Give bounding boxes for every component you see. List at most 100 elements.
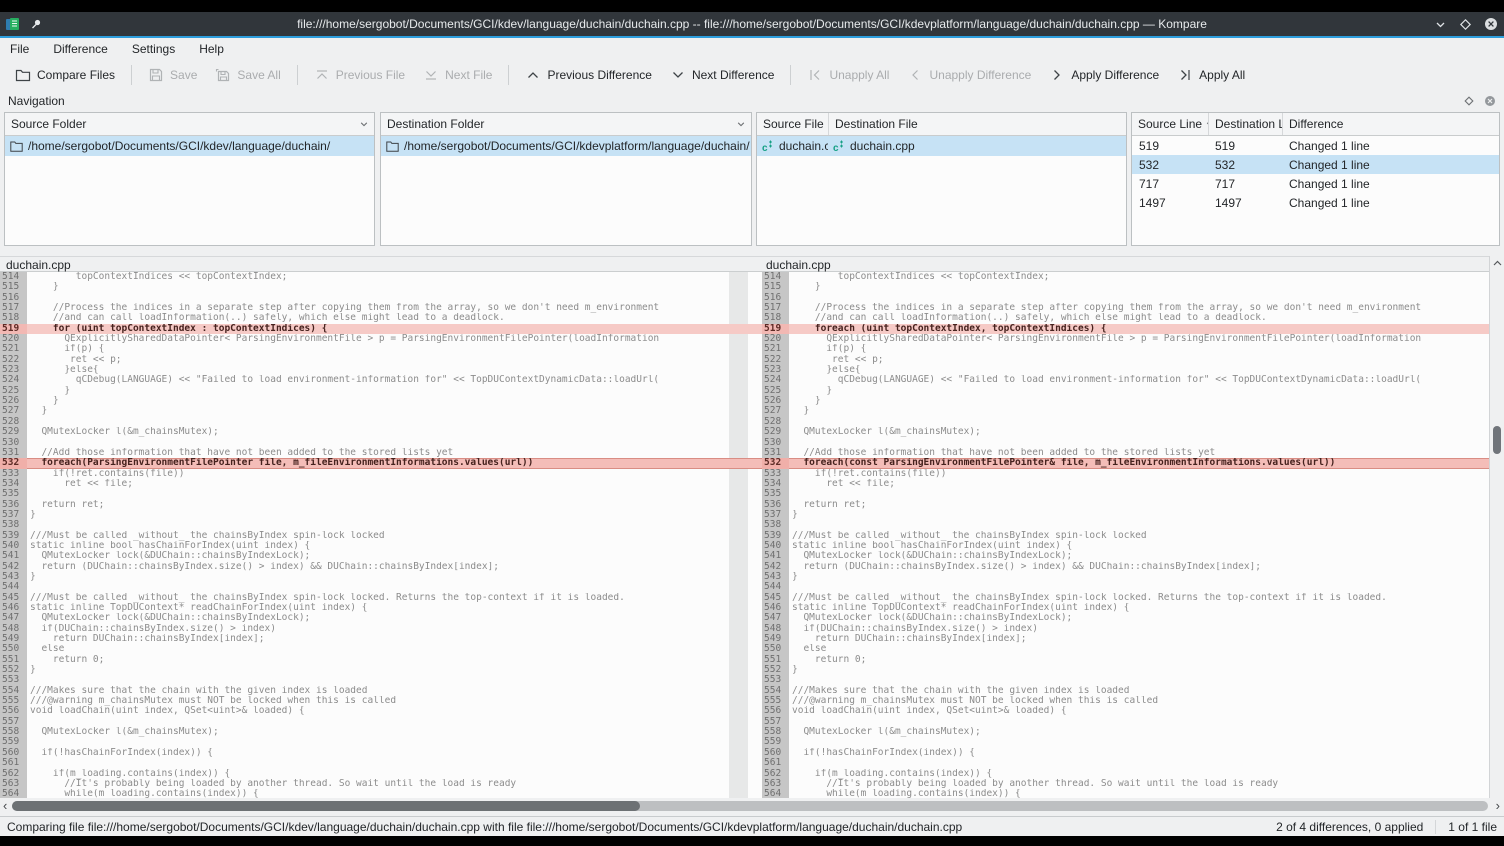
line-number: 547 [0,613,27,623]
save-all-button[interactable]: Save All [206,63,289,87]
next-file-button[interactable]: Next File [414,63,501,87]
code-text: //Process the indices in a separate step… [27,303,726,313]
code-line-519[interactable]: 519 foreach (uint topContextIndex, topCo… [762,324,1489,334]
code-line-543: 543} [762,572,1489,582]
cpp-file-icon: c [762,140,774,153]
line-number: 527 [762,406,789,416]
line-number: 542 [0,562,27,572]
unapply-difference-button[interactable]: Unapply Difference [898,63,1040,87]
code-text: ///Must be called _without_ the chainsBy… [789,593,1489,603]
line-number: 550 [0,644,27,654]
compare-files-button[interactable]: Compare Files [6,63,124,87]
difference-source-line: 1497 [1132,196,1208,210]
source-folder-header[interactable]: Source Folder [5,113,374,135]
line-number: 554 [0,686,27,696]
apply-difference-button[interactable]: Apply Difference [1040,63,1168,87]
difference-row[interactable]: 519519Changed 1 line [1132,136,1499,155]
destination-file-header[interactable]: Destination File [828,113,1126,135]
navigation-dock-titlebar: Navigation [0,90,1504,112]
source-line-header[interactable]: Source Line [1132,113,1208,135]
difference-row[interactable]: 532532Changed 1 line [1132,155,1499,174]
code-line-530: 530 [0,438,726,448]
code-line-540: 540static inline bool hasChainForIndex(u… [0,541,726,551]
code-line-527: 527 } [762,406,1489,416]
unapply-all-button[interactable]: Unapply All [798,63,898,87]
previous-difference-button[interactable]: Previous Difference [516,63,661,87]
code-text: if(DUChain::chainsByIndex.size() > index… [27,624,726,634]
destination-folder-header[interactable]: Destination Folder [381,113,751,135]
line-number: 515 [0,282,27,292]
line-number: 539 [762,531,789,541]
code-text [789,758,1489,768]
next-difference-button[interactable]: Next Difference [661,63,783,87]
horizontal-scrollbar[interactable]: ‹ › [0,798,1504,814]
source-file-header[interactable]: Source File [757,113,828,135]
maximize-button[interactable] [1459,18,1472,31]
code-line-532[interactable]: 532 foreach(const ParsingEnvironmentFile… [762,458,1489,468]
scroll-up-arrow-icon[interactable] [1490,259,1504,267]
scroll-right-arrow-icon[interactable]: › [1496,798,1500,814]
code-line-562: 562 if(m_loading.contains(index)) { [0,769,726,779]
horizontal-scrollbar-thumb[interactable] [12,801,640,811]
line-number: 559 [0,737,27,747]
code-text: } [789,510,1489,520]
files-panel: Source File Destination File c duchain.c… [756,112,1127,246]
code-line-542: 542 return (DUChain::chainsByIndex.size(… [762,562,1489,572]
difference-row[interactable]: 14971497Changed 1 line [1132,193,1499,212]
diff-view-area: duchain.cpp duchain.cpp 514 topContextIn… [0,250,1504,816]
svg-text:c: c [762,143,768,153]
code-text [789,675,1489,685]
code-line-563: 563 //It's probably being loaded by anot… [0,779,726,789]
code-line-529: 529 QMutexLocker l(&m_chainsMutex); [0,427,726,437]
line-number: 529 [0,427,27,437]
vertical-scrollbar[interactable] [1489,256,1504,798]
difference-row[interactable]: 717717Changed 1 line [1132,174,1499,193]
code-line-514: 514 topContextIndices << topContextIndex… [762,272,1489,282]
float-dock-icon[interactable] [1464,96,1474,106]
chevron-left-icon [907,67,923,83]
destination-line-header[interactable]: Destination Lin [1208,113,1282,135]
code-text: topContextIndices << topContextIndex; [789,272,1489,282]
menu-settings[interactable]: Settings [132,42,175,56]
file-row[interactable]: c duchain.c... c duchain.cpp [757,136,1126,156]
previous-file-button[interactable]: Previous File [305,63,414,87]
close-button[interactable] [1484,17,1498,31]
code-line-549: 549 return DUChain::chainsByIndex[index]… [762,634,1489,644]
vertical-scrollbar-thumb[interactable] [1493,426,1501,454]
apply-all-button[interactable]: Apply All [1168,63,1254,87]
code-line-547: 547 QMutexLocker lock(&DUChain::chainsBy… [0,613,726,623]
code-text: //and can call loadInformation(..) safel… [789,313,1489,323]
menu-difference[interactable]: Difference [53,42,107,56]
differences-panel: Source Line Destination Lin Difference 5… [1131,112,1500,246]
code-text: } [789,665,1489,675]
navigation-dock: Navigation Source Folder [0,90,1504,250]
code-line-519[interactable]: 519 for (uint topContextIndex : topConte… [0,324,726,334]
code-text [27,489,726,499]
code-line-558: 558 QMutexLocker l(&m_chainsMutex); [762,727,1489,737]
menu-file[interactable]: File [10,42,29,56]
menu-help[interactable]: Help [199,42,224,56]
close-dock-icon[interactable] [1484,95,1496,107]
save-button[interactable]: Save [139,63,206,87]
difference-source-line: 717 [1132,177,1208,191]
line-number: 548 [762,624,789,634]
code-text: //and can call loadInformation(..) safel… [27,313,726,323]
code-line-532[interactable]: 532 foreach(ParsingEnvironmentFilePointe… [0,458,726,468]
difference-header[interactable]: Difference [1282,113,1499,135]
code-text [27,438,726,448]
scroll-left-arrow-icon[interactable]: ‹ [3,798,7,814]
code-text: } [27,510,726,520]
destination-folder-row[interactable]: /home/sergobot/Documents/GCI/kdevplatfor… [381,136,751,156]
code-line-526: 526 } [762,396,1489,406]
toolbar-separator [297,65,298,85]
code-line-545: 545///Must be called _without_ the chain… [762,593,1489,603]
line-number: 540 [0,541,27,551]
source-folder-row[interactable]: /home/sergobot/Documents/GCI/kdev/langua… [5,136,374,156]
code-text: while(m_loading.contains(index)) { [789,789,1489,798]
line-number: 530 [762,438,789,448]
minimize-button[interactable] [1434,18,1447,31]
titlebar: file:///home/sergobot/Documents/GCI/kdev… [0,12,1504,36]
line-number: 545 [762,593,789,603]
code-text: QMutexLocker l(&m_chainsMutex); [27,727,726,737]
line-number: 527 [0,406,27,416]
